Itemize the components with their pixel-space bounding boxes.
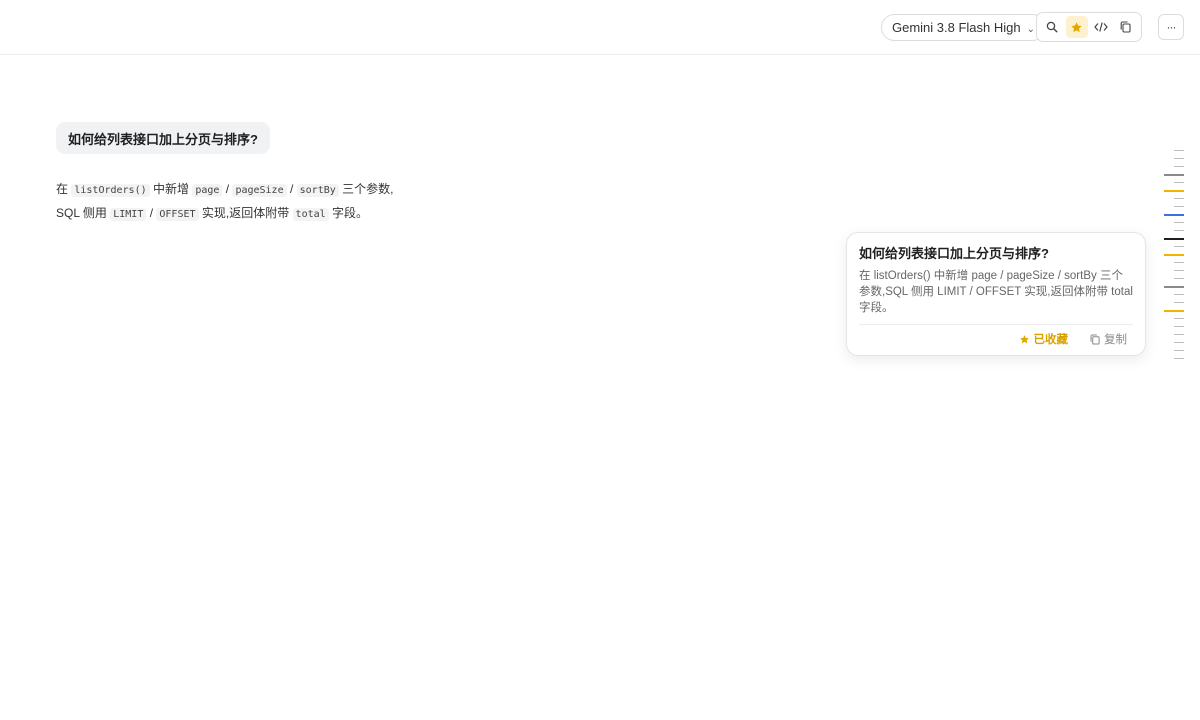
separator: / — [289, 182, 294, 196]
answer-text: 三个参数, — [342, 182, 394, 196]
minimap-marker[interactable] — [1174, 302, 1184, 303]
minimap-marker[interactable] — [1174, 318, 1184, 319]
star-icon — [1019, 334, 1029, 343]
minimap-marker[interactable] — [1174, 358, 1184, 359]
inline-code: LIMIT — [110, 208, 147, 221]
conversation-minimap[interactable] — [1160, 146, 1190, 366]
minimap-marker[interactable] — [1174, 230, 1184, 231]
minimap-marker[interactable] — [1164, 286, 1184, 288]
search-button[interactable] — [1041, 16, 1064, 38]
minimap-marker[interactable] — [1164, 254, 1184, 256]
more-icon: ··· — [1166, 20, 1177, 34]
minimap-marker[interactable] — [1174, 294, 1184, 295]
minimap-marker[interactable] — [1174, 246, 1184, 247]
answer-text: 实现,返回体附带 — [201, 206, 290, 220]
answer-line-2: SQL 侧用 LIMIT / OFFSET 实现,返回体附带 total 字段。 — [56, 202, 576, 226]
copy-icon — [1090, 333, 1100, 345]
copy-button[interactable] — [1115, 16, 1138, 38]
minimap-marker[interactable] — [1174, 198, 1184, 199]
favorited-button[interactable]: 已收藏 — [1019, 331, 1069, 347]
inline-code: sortBy — [296, 184, 339, 197]
minimap-marker[interactable] — [1174, 166, 1184, 167]
copy-icon — [1120, 21, 1131, 33]
minimap-marker[interactable] — [1174, 278, 1184, 279]
inline-code: total — [292, 208, 329, 221]
inline-code: OFFSET — [156, 208, 199, 221]
minimap-marker[interactable] — [1174, 350, 1184, 351]
minimap-marker[interactable] — [1174, 334, 1184, 335]
inline-code: listOrders() — [71, 184, 150, 197]
top-bar: Gemini 3.8 Flash High ⌄ ··· — [0, 0, 1200, 55]
minimap-marker[interactable] — [1164, 214, 1184, 216]
favorited-label: 已收藏 — [1033, 334, 1069, 346]
answer-text: 字段。 — [332, 206, 369, 220]
minimap-marker[interactable] — [1174, 270, 1184, 271]
assistant-answer: 在 listOrders() 中新增 page / pageSize / sor… — [56, 178, 576, 226]
toolbar-group — [1036, 12, 1142, 42]
minimap-marker[interactable] — [1174, 206, 1184, 207]
minimap-marker[interactable] — [1164, 310, 1184, 312]
preview-actions: 已收藏 复制 — [859, 331, 1133, 347]
answer-text: 中新增 — [152, 182, 189, 196]
minimap-marker[interactable] — [1174, 150, 1184, 151]
answer-text: 在 — [56, 182, 69, 196]
separator: / — [149, 206, 154, 220]
minimap-marker[interactable] — [1164, 174, 1184, 176]
user-question: 如何给列表接口加上分页与排序? — [56, 122, 270, 154]
preview-body: 在 listOrders() 中新增 page / pageSize / sor… — [859, 268, 1133, 325]
minimap-marker[interactable] — [1174, 262, 1184, 263]
chevron-down-icon: ⌄ — [1026, 23, 1036, 35]
star-icon — [1071, 21, 1082, 32]
code-icon — [1094, 22, 1109, 32]
message-preview-card: 如何给列表接口加上分页与排序? 在 listOrders() 中新增 page … — [846, 232, 1146, 356]
model-label: Gemini 3.8 Flash High — [892, 20, 1021, 35]
code-button[interactable] — [1090, 16, 1113, 38]
minimap-marker[interactable] — [1164, 190, 1184, 192]
minimap-marker[interactable] — [1174, 222, 1184, 223]
preview-title: 如何给列表接口加上分页与排序? — [859, 246, 1049, 261]
more-button[interactable]: ··· — [1158, 14, 1184, 40]
minimap-marker[interactable] — [1174, 158, 1184, 159]
copy-label: 复制 — [1104, 334, 1127, 346]
model-selector[interactable]: Gemini 3.8 Flash High ⌄ — [881, 14, 1047, 41]
minimap-marker[interactable] — [1164, 238, 1184, 240]
answer-text: SQL 侧用 — [56, 206, 107, 220]
question-text: 如何给列表接口加上分页与排序? — [68, 131, 258, 147]
minimap-marker[interactable] — [1174, 326, 1184, 327]
inline-code: page — [192, 184, 223, 197]
separator: / — [225, 182, 230, 196]
favorite-button[interactable] — [1065, 16, 1088, 38]
minimap-marker[interactable] — [1174, 342, 1184, 343]
copy-text-button[interactable]: 复制 — [1090, 331, 1127, 347]
minimap-marker[interactable] — [1174, 182, 1184, 183]
answer-line-1: 在 listOrders() 中新增 page / pageSize / sor… — [56, 178, 576, 202]
inline-code: pageSize — [232, 184, 287, 197]
search-icon — [1047, 21, 1058, 33]
